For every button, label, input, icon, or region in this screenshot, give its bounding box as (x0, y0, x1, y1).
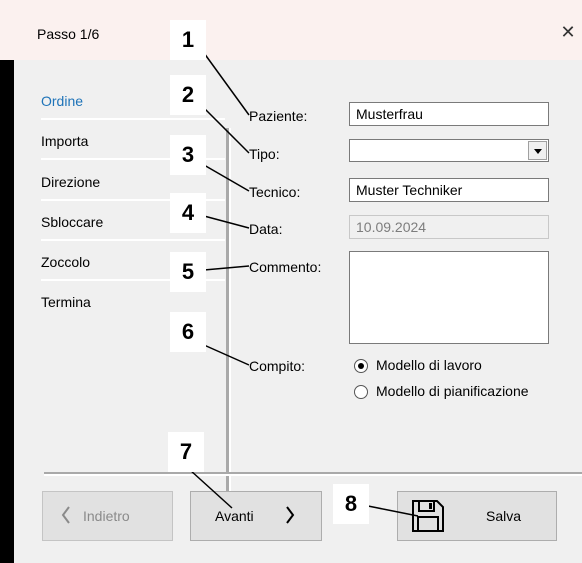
callout-badge-7: 7 (168, 432, 204, 472)
next-button[interactable]: Avanti (190, 491, 322, 541)
radio-working-model-label[interactable]: Modello di lavoro (376, 357, 482, 373)
date-label: Data: (249, 221, 283, 237)
callout-badge-8: 8 (333, 484, 369, 524)
radio-planning-model[interactable] (354, 385, 368, 399)
horizontal-divider-highlight (44, 474, 582, 476)
sidebar-item-sbloccare[interactable]: Sbloccare (41, 214, 103, 230)
back-button[interactable]: Indietro (42, 491, 173, 541)
close-icon[interactable]: ✕ (558, 22, 578, 42)
sidebar-item-termina[interactable]: Termina (41, 294, 91, 310)
chevron-down-icon[interactable] (528, 141, 547, 160)
next-button-label: Avanti (215, 508, 254, 524)
callout-badge-3: 3 (170, 135, 206, 175)
floppy-disk-icon (410, 498, 446, 537)
back-button-label: Indietro (83, 508, 130, 524)
title-bar: Passo 1/6 ✕ (0, 0, 582, 60)
radio-working-model[interactable] (354, 359, 368, 373)
comment-textarea[interactable] (349, 251, 549, 344)
type-label: Tipo: (249, 146, 280, 162)
patient-field[interactable]: Musterfrau (349, 102, 549, 126)
technician-label: Tecnico: (249, 184, 301, 200)
type-dropdown[interactable] (349, 139, 549, 162)
callout-badge-5: 5 (170, 252, 206, 292)
sidebar-item-direzione[interactable]: Direzione (41, 174, 100, 190)
radio-planning-model-label[interactable]: Modello di pianificazione (376, 383, 529, 399)
chevron-right-icon (285, 505, 295, 528)
window-left-border (0, 60, 14, 563)
callout-badge-6: 6 (170, 312, 206, 352)
callout-badge-4: 4 (170, 193, 206, 233)
save-button-label: Salva (486, 508, 522, 524)
callout-badge-2: 2 (170, 75, 206, 115)
vertical-divider-highlight (229, 128, 231, 518)
patient-label: Paziente: (249, 108, 308, 124)
callout-badge-1: 1 (170, 20, 206, 60)
sidebar-item-zoccolo[interactable]: Zoccolo (41, 254, 90, 270)
technician-field[interactable]: Muster Techniker (349, 178, 549, 202)
chevron-left-icon (61, 505, 71, 528)
window-title: Passo 1/6 (37, 26, 100, 42)
sidebar-item-ordine[interactable]: Ordine (41, 93, 83, 109)
sidebar-divider (41, 118, 225, 120)
sidebar-item-importa[interactable]: Importa (41, 133, 88, 149)
sidebar-divider (41, 239, 225, 241)
comment-label: Commento: (249, 259, 322, 275)
date-field: 10.09.2024 (349, 215, 549, 239)
save-button[interactable]: Salva (397, 491, 557, 541)
task-label: Compito: (249, 358, 306, 374)
